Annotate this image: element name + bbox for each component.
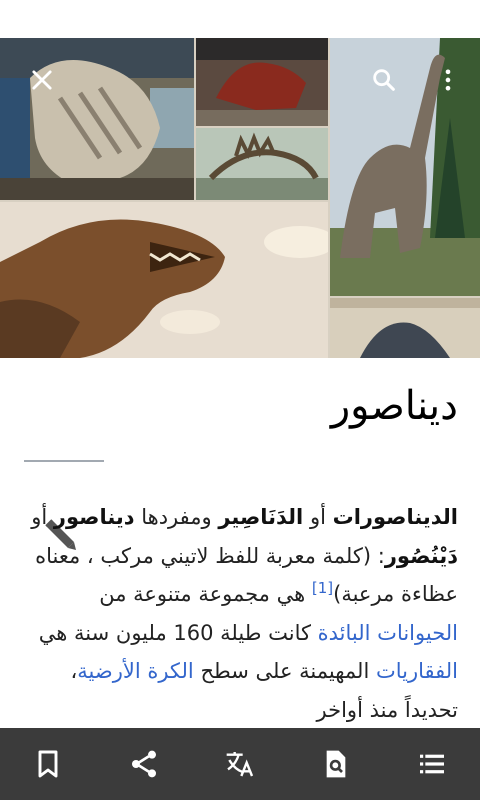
text: أو [31, 505, 54, 529]
article-title: ديناصور [330, 383, 458, 429]
text: المهيمنة على سطح [193, 659, 376, 684]
status-bar [0, 0, 480, 38]
find-in-page-icon[interactable] [308, 736, 364, 792]
search-icon[interactable] [364, 60, 404, 100]
text: ومفردها [134, 505, 219, 529]
bold-term: الديناصورات [332, 505, 458, 529]
text: كانت طيلة 160 مليون سنة هي [38, 620, 318, 645]
link-earth[interactable]: الكرة الأرضية [77, 659, 193, 683]
link-vertebrates[interactable]: الفقاريات [376, 659, 458, 683]
collage-image-exhibit-red [196, 38, 328, 126]
text: أو [303, 505, 333, 529]
article-lead-paragraph: الديناصورات أو الدَنَاصِير ومفردها ديناص… [18, 498, 458, 730]
lead-image-collage[interactable] [0, 38, 480, 358]
overflow-menu-icon[interactable] [428, 60, 468, 100]
collage-image-museum-hall [330, 298, 480, 358]
bookmark-icon[interactable] [20, 736, 76, 792]
collage-image-trex [0, 202, 328, 358]
link-extinct-animals[interactable]: الحيوانات البائدة [318, 621, 458, 645]
close-icon[interactable] [22, 60, 62, 100]
translate-icon[interactable] [212, 736, 268, 792]
bold-term: ديناصور [53, 505, 135, 529]
bottom-toolbar [0, 728, 480, 800]
bold-term: الدَنَاصِير [218, 505, 304, 529]
share-icon[interactable] [116, 736, 172, 792]
collage-image-stegosaurus [196, 128, 328, 200]
reference-link[interactable]: [1] [312, 579, 333, 597]
text: هي مجموعة متنوعة من [99, 582, 312, 607]
table-of-contents-icon[interactable] [404, 736, 460, 792]
bold-term: دَيْنُصُور [384, 543, 458, 568]
title-divider [24, 460, 104, 462]
